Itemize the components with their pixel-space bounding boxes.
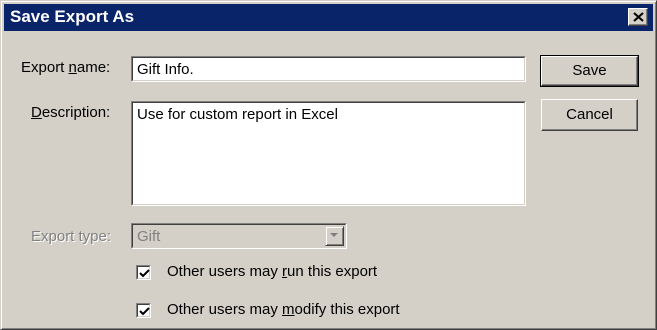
save-button[interactable]: Save <box>540 55 639 87</box>
save-export-dialog: Save Export As Export name: Gift Info. D… <box>0 0 657 330</box>
checkmark-icon <box>139 307 150 316</box>
run-export-label[interactable]: Other users may run this export <box>167 263 377 281</box>
window-title: Save Export As <box>10 7 135 26</box>
export-name-label: Export name: <box>21 59 111 76</box>
description-value: Use for custom report in Excel <box>137 106 338 123</box>
modify-export-label[interactable]: Other users may modify this export <box>167 301 400 319</box>
export-type-select[interactable]: Gift <box>131 223 347 249</box>
cancel-button[interactable]: Cancel <box>541 99 638 131</box>
chevron-down-icon <box>330 233 338 237</box>
export-name-field[interactable]: Gift Info. <box>131 56 526 82</box>
run-export-checkbox[interactable] <box>136 265 151 280</box>
save-button-label: Save <box>572 62 607 79</box>
export-type-label: Export type: <box>31 228 112 245</box>
modify-export-checkbox[interactable] <box>136 303 151 318</box>
close-button[interactable] <box>628 8 648 26</box>
title-bar[interactable]: Save Export As <box>4 4 653 31</box>
export-type-value: Gift <box>137 228 161 245</box>
cancel-button-label: Cancel <box>566 106 613 123</box>
checkmark-icon <box>139 269 150 278</box>
export-name-value: Gift Info. <box>137 61 194 78</box>
description-field[interactable]: Use for custom report in Excel <box>131 101 526 206</box>
export-type-dropdown-button[interactable] <box>325 226 344 246</box>
close-icon <box>633 12 644 22</box>
description-label: Description: <box>31 104 111 121</box>
